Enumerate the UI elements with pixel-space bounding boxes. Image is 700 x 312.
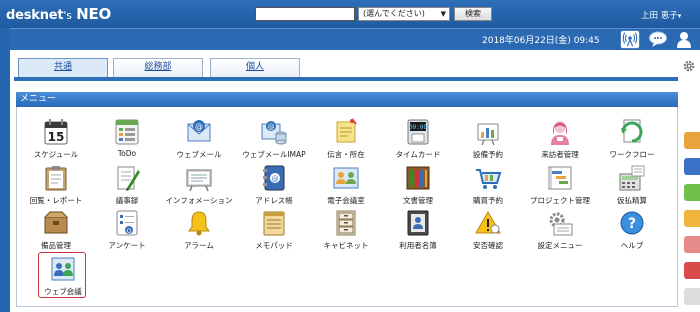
settings-icon <box>549 212 573 236</box>
chevron-down-icon: ▼ <box>440 10 446 18</box>
tab-personal[interactable]: 個人 <box>210 58 300 77</box>
survey-icon: Q <box>116 210 138 236</box>
cabinet-icon <box>336 210 356 236</box>
menu-item-purchase[interactable]: 購買予約 <box>452 164 524 208</box>
menu-item-memopad[interactable]: メモパッド <box>238 209 310 253</box>
menu-item-project[interactable]: プロジェクト管理 <box>524 164 596 208</box>
antenna-icon[interactable] <box>620 30 640 49</box>
app-logo[interactable]: desknet's NEO <box>6 5 111 23</box>
menu-item-visitor[interactable]: 来訪者管理 <box>524 118 596 162</box>
timecard-display: 09:00 <box>409 124 427 131</box>
menu-item-label: ヘルプ <box>620 241 644 250</box>
menu-item-label: インフォメーション <box>165 196 233 205</box>
workflow-icon <box>621 119 643 143</box>
menu-item-cabinet[interactable]: キャビネット <box>310 209 382 253</box>
information-icon <box>186 169 212 192</box>
menu-item-label: アラーム <box>184 241 214 250</box>
webmail-imap-icon: @ <box>261 121 287 145</box>
menu-item-forum[interactable]: 電子会議室 <box>310 164 382 208</box>
webmeeting-icon <box>51 257 75 281</box>
forum-icon <box>333 167 359 189</box>
circular-icon <box>45 166 67 191</box>
svg-text:Q: Q <box>127 228 132 235</box>
menu-item-equipment[interactable]: 備品管理 <box>20 209 92 253</box>
menu-item-calendar[interactable]: 15 スケジュール <box>20 118 92 162</box>
svg-text:@: @ <box>195 122 203 131</box>
expense-icon <box>619 165 645 191</box>
menu-item-label: 仮払精算 <box>617 196 647 205</box>
menu-panel-title: メニュー <box>16 92 678 107</box>
chat-icon[interactable] <box>648 30 668 49</box>
menu-item-document[interactable]: 文書管理 <box>382 164 454 208</box>
tab-general-affairs[interactable]: 総務部 <box>113 58 203 77</box>
document-icon <box>406 166 430 190</box>
menu-item-safety[interactable]: 安否確認 <box>452 209 524 253</box>
visitor-icon <box>551 121 569 145</box>
menu-item-circular[interactable]: 回覧・レポート <box>20 164 92 208</box>
search-button[interactable]: 検索 <box>454 7 492 21</box>
side-color-tab[interactable] <box>684 262 700 279</box>
minutes-icon <box>117 166 140 191</box>
menu-item-information[interactable]: インフォメーション <box>163 164 235 208</box>
calendar-icon: 15 <box>44 119 68 145</box>
alarm-icon <box>188 211 210 236</box>
svg-text:@: @ <box>268 123 275 131</box>
side-color-tab[interactable] <box>684 288 700 305</box>
menu-item-alarm[interactable]: アラーム <box>163 209 235 253</box>
menu-item-addressbook[interactable]: @ アドレス帳 <box>238 164 310 208</box>
menu-item-webmail-imap[interactable]: @ ウェブメールIMAP <box>238 118 310 162</box>
purchase-icon <box>476 169 502 189</box>
calendar-day: 15 <box>48 130 65 144</box>
help-icon: ? <box>620 211 644 235</box>
menu-item-workflow[interactable]: ワークフロー <box>596 118 668 162</box>
menu-item-settings[interactable]: 設定メニュー <box>524 209 596 253</box>
menu-item-webmeeting[interactable]: ウェブ会議 <box>38 252 86 298</box>
current-datetime: 2018年06月22日(金) 09:45 <box>482 36 600 46</box>
menu-item-help[interactable]: ? ヘルプ <box>596 209 668 253</box>
userlist-icon <box>407 210 429 236</box>
project-icon <box>548 166 572 190</box>
menu-item-todo[interactable]: ToDo <box>91 118 163 162</box>
safety-icon <box>475 210 501 234</box>
side-color-tab[interactable] <box>684 236 700 253</box>
menu-item-label: ワークフロー <box>609 150 655 159</box>
menu-item-label: ウェブ会議 <box>44 287 82 296</box>
person-icon[interactable] <box>674 30 694 49</box>
equipment-icon <box>44 211 68 234</box>
side-color-tab[interactable] <box>684 158 700 175</box>
side-color-tab[interactable] <box>684 210 700 227</box>
tab-underline <box>14 77 678 81</box>
menu-item-timecard[interactable]: 09:00 タイムカード <box>382 118 454 162</box>
chevron-down-icon: ▾ <box>677 12 682 20</box>
search-target-select[interactable]: (選んでください) ▼ <box>358 7 450 21</box>
tab-common[interactable]: 共通 <box>18 58 108 77</box>
addressbook-icon: @ <box>263 165 285 191</box>
todo-icon <box>115 119 139 145</box>
timecard-icon: 09:00 <box>407 119 429 145</box>
menu-item-label: ウェブメール <box>176 150 222 159</box>
menu-item-expense[interactable]: 仮払精算 <box>596 164 668 208</box>
user-menu[interactable]: 上田 恵子▾ <box>641 9 681 21</box>
menu-item-userlist[interactable]: 利用者名簿 <box>382 209 454 253</box>
menu-item-webmail[interactable]: @ ウェブメール <box>163 118 235 162</box>
menu-item-message[interactable]: 伝言・所在 <box>310 118 382 162</box>
webmail-icon: @ <box>187 120 211 142</box>
side-color-tab[interactable] <box>684 132 700 149</box>
memopad-icon <box>263 211 285 236</box>
menu-item-minutes[interactable]: 議事録 <box>91 164 163 208</box>
menu-item-facility[interactable]: 設備予約 <box>452 118 524 162</box>
left-edge-strip <box>0 28 10 312</box>
facility-icon <box>477 123 499 146</box>
message-icon <box>336 118 357 143</box>
svg-text:@: @ <box>272 175 279 183</box>
svg-text:?: ? <box>628 216 636 232</box>
menu-item-survey[interactable]: Q アンケート <box>91 209 163 253</box>
search-input[interactable] <box>255 7 355 21</box>
side-color-tab[interactable] <box>684 184 700 201</box>
gear-icon[interactable] <box>682 59 696 73</box>
